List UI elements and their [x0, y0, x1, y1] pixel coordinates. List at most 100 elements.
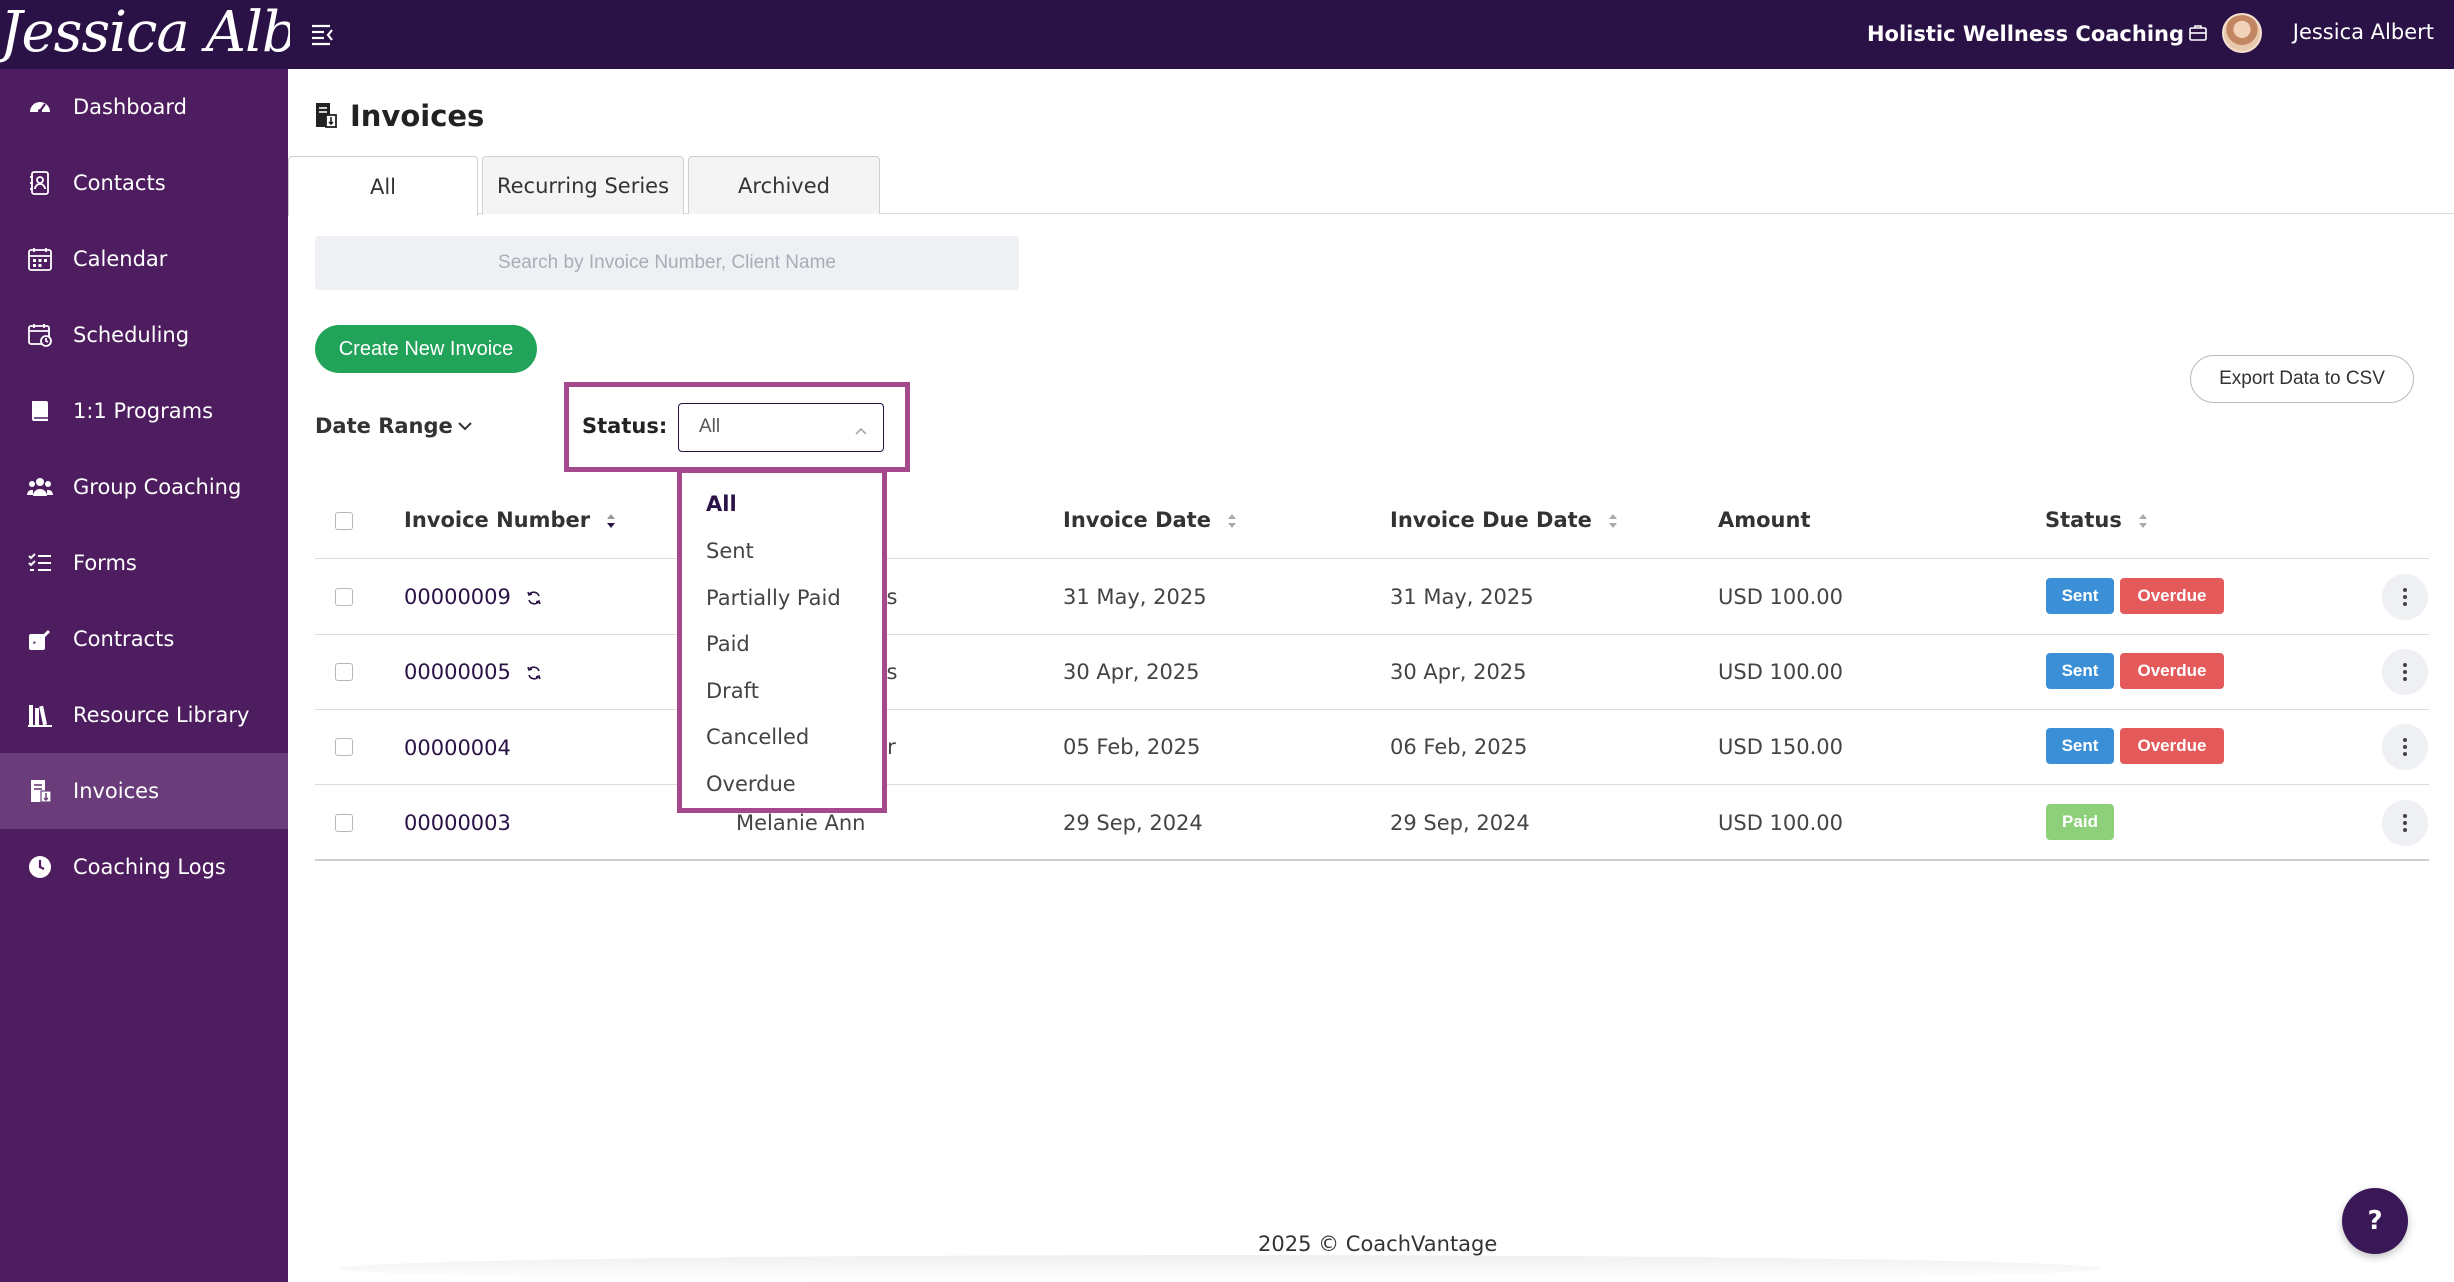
row-actions-button[interactable]: [2382, 724, 2428, 770]
date-range-filter[interactable]: Date Range: [315, 412, 453, 440]
row-actions-button[interactable]: [2382, 574, 2428, 620]
invoice-date-cell: 29 Sep, 2024: [1063, 811, 1203, 835]
sidebar-item-resource-library[interactable]: Resource Library: [0, 677, 288, 753]
scheduling-icon: [27, 322, 53, 348]
tab-recurring-series[interactable]: Recurring Series: [482, 156, 684, 214]
amount-cell: USD 150.00: [1718, 735, 1844, 759]
row-divider: [315, 558, 2429, 559]
status-badge: Overdue: [2120, 728, 2224, 764]
book-icon: [27, 398, 53, 424]
sidebar-item-contracts[interactable]: Contracts: [0, 601, 288, 677]
avatar[interactable]: [2222, 13, 2262, 53]
due-date-cell: 06 Feb, 2025: [1390, 735, 1528, 759]
status-select-value: All: [699, 416, 721, 437]
header-status[interactable]: Status: [2045, 506, 2149, 534]
search-input[interactable]: [315, 236, 1019, 290]
invoice-date-cell: 30 Apr, 2025: [1063, 660, 1200, 684]
clock-icon: [27, 854, 53, 880]
tab-archived[interactable]: Archived: [688, 156, 880, 214]
more-vertical-icon: [2403, 588, 2407, 606]
status-badge: Sent: [2046, 653, 2114, 689]
select-all-checkbox[interactable]: [335, 512, 353, 530]
export-csv-button[interactable]: Export Data to CSV: [2190, 355, 2414, 403]
invoice-number-cell[interactable]: 00000009: [404, 583, 542, 611]
status-option-draft[interactable]: Draft: [706, 677, 759, 705]
status-option-all[interactable]: All: [706, 490, 737, 518]
brand-logo[interactable]: Jessica Albert: [0, 0, 290, 69]
briefcase-icon[interactable]: [2188, 23, 2208, 43]
status-select[interactable]: All: [678, 403, 884, 452]
sidebar-item-label: Scheduling: [73, 323, 190, 347]
amount-cell: USD 100.00: [1718, 811, 1844, 835]
amount-cell: USD 100.00: [1718, 585, 1844, 609]
row-checkbox[interactable]: [335, 663, 353, 681]
help-button[interactable]: ?: [2342, 1188, 2408, 1254]
user-name[interactable]: Jessica Albert: [2293, 18, 2434, 46]
sidebar-item-label: Resource Library: [73, 703, 250, 727]
status-badge: Sent: [2046, 728, 2114, 764]
forms-icon: [27, 550, 53, 576]
row-actions-button[interactable]: [2382, 800, 2428, 846]
sort-icon: [607, 514, 616, 528]
sidebar-item-label: Dashboard: [73, 95, 187, 119]
status-option-sent[interactable]: Sent: [706, 537, 754, 565]
sidebar-item-programs[interactable]: 1:1 Programs: [0, 373, 288, 449]
status-option-overdue[interactable]: Overdue: [706, 770, 796, 798]
invoice-link[interactable]: 00000009: [404, 585, 511, 609]
more-vertical-icon: [2403, 663, 2407, 681]
sidebar-item-forms[interactable]: Forms: [0, 525, 288, 601]
sidebar-item-coaching-logs[interactable]: Coaching Logs: [0, 829, 288, 905]
row-checkbox[interactable]: [335, 814, 353, 832]
library-icon: [27, 702, 53, 728]
header-invoice-date[interactable]: Invoice Date: [1063, 506, 1238, 534]
status-badge: Overdue: [2120, 653, 2224, 689]
invoice-link[interactable]: 00000003: [404, 811, 511, 835]
status-option-paid[interactable]: Paid: [706, 630, 750, 658]
sort-icon: [1609, 514, 1618, 528]
sidebar-item-calendar[interactable]: Calendar: [0, 221, 288, 297]
invoice-number-cell[interactable]: 00000004: [404, 734, 511, 762]
status-badge: Paid: [2046, 804, 2114, 840]
create-invoice-button[interactable]: Create New Invoice: [315, 325, 537, 373]
header-amount: Amount: [1718, 508, 1811, 532]
chevron-up-icon: [853, 422, 869, 435]
status-dropdown-menu: All Sent Partially Paid Paid Draft Cance…: [677, 468, 887, 813]
invoice-number-cell[interactable]: 00000003: [404, 809, 511, 837]
sidebar-item-contacts[interactable]: Contacts: [0, 145, 288, 221]
sort-icon: [1228, 514, 1237, 528]
tab-all[interactable]: All: [288, 156, 478, 216]
recurring-icon: [526, 591, 541, 605]
header-invoice-number[interactable]: Invoice Number: [404, 506, 617, 534]
due-date-cell: 31 May, 2025: [1390, 585, 1534, 609]
invoice-link[interactable]: 00000005: [404, 660, 511, 684]
contract-icon: [27, 626, 53, 652]
sidebar-item-invoices[interactable]: Invoices: [0, 753, 288, 829]
group-icon: [26, 474, 54, 500]
row-checkbox[interactable]: [335, 738, 353, 756]
top-bar: Jessica Albert Holistic Wellness Coachin…: [0, 0, 2454, 69]
client-cell: Melanie Ann: [736, 811, 866, 835]
sidebar-item-dashboard[interactable]: Dashboard: [0, 69, 288, 145]
sidebar-item-label: Contracts: [73, 627, 175, 651]
invoice-icon: [27, 778, 53, 804]
invoice-link[interactable]: 00000004: [404, 736, 511, 760]
chevron-down-icon[interactable]: [456, 418, 474, 432]
sidebar-item-group-coaching[interactable]: Group Coaching: [0, 449, 288, 525]
more-vertical-icon: [2403, 814, 2407, 832]
invoice-date-cell: 31 May, 2025: [1063, 585, 1207, 609]
status-filter-label: Status:: [582, 414, 668, 438]
recurring-icon: [526, 666, 541, 680]
menu-toggle-icon[interactable]: [310, 22, 336, 46]
status-option-cancelled[interactable]: Cancelled: [706, 723, 809, 751]
sidebar-item-label: Forms: [73, 551, 137, 575]
business-name[interactable]: Holistic Wellness Coaching: [1867, 20, 2184, 48]
status-option-partially-paid[interactable]: Partially Paid: [706, 584, 841, 612]
sidebar-item-scheduling[interactable]: Scheduling: [0, 297, 288, 373]
amount-cell: USD 100.00: [1718, 660, 1844, 684]
row-checkbox[interactable]: [335, 588, 353, 606]
row-actions-button[interactable]: [2382, 649, 2428, 695]
status-badge: Sent: [2046, 578, 2114, 614]
header-due-date[interactable]: Invoice Due Date: [1390, 506, 1619, 534]
header-label: Invoice Date: [1063, 508, 1211, 532]
invoice-number-cell[interactable]: 00000005: [404, 658, 542, 686]
